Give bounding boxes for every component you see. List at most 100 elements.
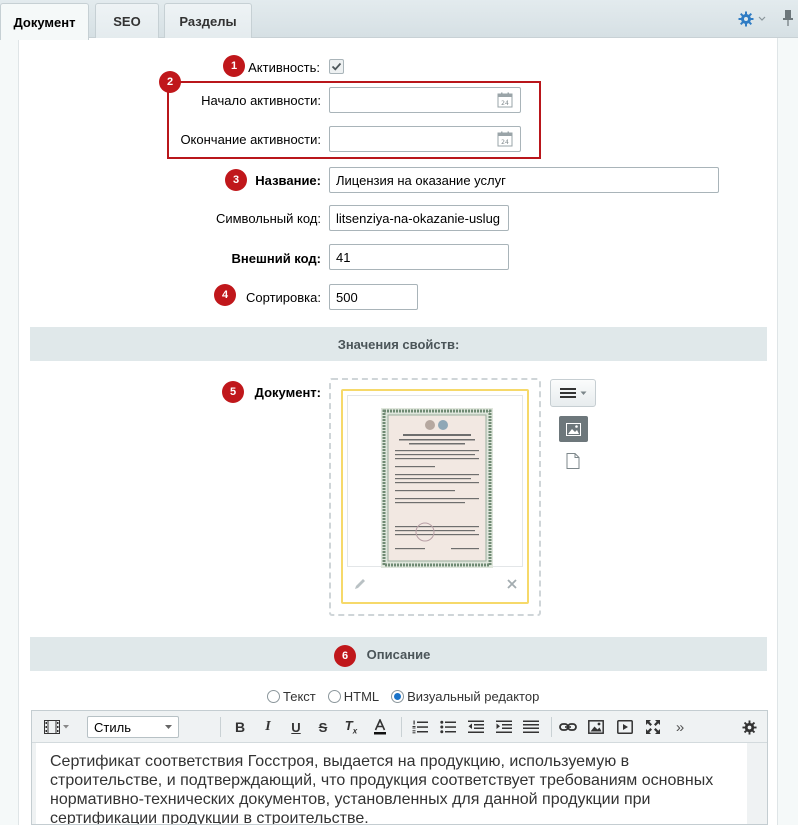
close-icon[interactable] — [506, 578, 518, 590]
radio-label: HTML — [343, 688, 380, 704]
more-tools-button[interactable]: » — [672, 717, 688, 737]
editor-settings-button[interactable] — [741, 717, 757, 737]
insert-image-button[interactable] — [588, 717, 604, 737]
image-icon — [566, 422, 581, 436]
calendar-day: 24 — [501, 139, 509, 146]
image-view-button[interactable] — [559, 416, 588, 442]
checkmark-icon — [331, 62, 342, 71]
link-icon — [559, 723, 577, 731]
editor-mode-switch: Текст HTML Визуальный редактор — [267, 687, 551, 705]
settings-menu-button[interactable] — [738, 9, 772, 29]
underline-icon: U — [291, 719, 301, 735]
italic-icon: I — [265, 719, 271, 734]
section-title: Значения свойств: — [337, 336, 460, 352]
description-header: Описание — [30, 637, 767, 671]
active-label: Активность: — [248, 60, 320, 75]
outdent-icon — [468, 720, 484, 733]
remove-format-icon: Tx — [344, 718, 358, 736]
file-card[interactable] — [341, 389, 529, 604]
mode-visual-option[interactable]: Визуальный редактор — [391, 689, 539, 704]
chevron-down-icon — [165, 725, 172, 729]
pin-icon[interactable] — [782, 8, 794, 28]
link-button[interactable] — [559, 717, 577, 737]
ordered-list-icon — [412, 720, 428, 734]
insert-video-button[interactable] — [617, 717, 633, 737]
step-badge: 2 — [159, 71, 181, 93]
fullscreen-icon — [646, 720, 660, 734]
sort-input[interactable]: 500 — [329, 284, 418, 310]
property-menu-button[interactable] — [550, 379, 596, 407]
underline-button[interactable]: U — [288, 717, 304, 737]
start-date-input[interactable] — [329, 87, 521, 113]
tab-label: SEO — [113, 14, 141, 29]
edit-pencil-icon[interactable] — [353, 577, 367, 591]
step-badge: 6 — [334, 645, 356, 667]
calendar-day: 24 — [501, 100, 509, 107]
chevron-down-icon — [63, 725, 69, 729]
style-select[interactable]: Стиль — [87, 716, 179, 738]
visual-editor: Стиль B I U S Tx » Сертификат соответств… — [31, 710, 768, 825]
radio-button[interactable] — [327, 689, 341, 703]
document-preview-image — [381, 408, 493, 568]
section-title: Описание — [366, 646, 431, 662]
document-label: Документ: — [254, 385, 321, 400]
mode-html-option[interactable]: HTML — [327, 688, 380, 704]
text-color-button[interactable] — [372, 717, 388, 737]
align-justify-icon — [523, 720, 539, 733]
code-input[interactable]: litsenziya-na-okazanie-uslug — [329, 205, 509, 231]
tab-document[interactable]: Документ — [0, 3, 89, 40]
external-code-input[interactable]: 41 — [329, 244, 509, 270]
active-checkbox[interactable] — [329, 59, 344, 74]
chevron-down-icon — [580, 391, 586, 395]
image-icon — [588, 720, 604, 734]
editor-toolbar: Стиль B I U S Tx » — [32, 711, 767, 743]
tab-label: Разделы — [179, 14, 237, 29]
calendar-icon[interactable]: 24 — [497, 92, 513, 108]
double-chevron-right-icon: » — [675, 718, 685, 736]
hamburger-icon — [559, 388, 576, 398]
remove-format-button[interactable]: Tx — [343, 717, 359, 737]
fullscreen-button[interactable] — [645, 717, 661, 737]
bold-button[interactable]: B — [232, 717, 248, 737]
start-date-label: Начало активности: — [201, 93, 321, 108]
editor-mode-button[interactable] — [44, 717, 69, 737]
gear-icon — [741, 719, 757, 735]
code-label: Символьный код: — [215, 211, 321, 226]
tab-seo[interactable]: SEO — [95, 3, 159, 39]
tab-label: Документ — [13, 14, 76, 30]
name-input[interactable]: Лицензия на оказание услуг — [329, 167, 719, 193]
align-button[interactable] — [523, 717, 539, 737]
description-text[interactable]: Сертификат соответствия Госстроя, выдает… — [36, 743, 747, 824]
toolbar-separator — [401, 717, 402, 737]
radio-button[interactable] — [267, 689, 280, 703]
end-date-label: Окончание активности: — [180, 132, 321, 147]
calendar-icon[interactable]: 24 — [497, 131, 513, 147]
toolbar-separator — [551, 717, 552, 737]
chevron-down-icon — [758, 16, 766, 21]
ordered-list-button[interactable] — [412, 717, 428, 737]
toolbar-separator — [220, 717, 221, 737]
file-icon[interactable] — [566, 453, 580, 469]
film-icon — [44, 720, 60, 734]
indent-button[interactable] — [496, 717, 512, 737]
tab-bar: Документ SEO Разделы — [0, 0, 798, 40]
radio-label: Текст — [283, 688, 316, 704]
indent-icon — [496, 720, 512, 733]
radio-label: Визуальный редактор — [407, 688, 540, 704]
name-label: Название: — [255, 173, 321, 188]
radio-button[interactable] — [391, 689, 405, 703]
end-date-input[interactable] — [329, 126, 521, 152]
external-code-label: Внешний код: — [231, 251, 321, 266]
video-icon — [617, 720, 633, 734]
mode-text-option[interactable]: Текст — [267, 689, 316, 704]
strikethrough-button[interactable]: S — [315, 717, 331, 737]
tab-sections[interactable]: Разделы — [164, 3, 252, 39]
text-color-icon — [374, 719, 386, 735]
editor-content-area: Сертификат соответствия Госстроя, выдает… — [32, 743, 767, 824]
bullet-list-button[interactable] — [440, 717, 456, 737]
outdent-button[interactable] — [468, 717, 484, 737]
italic-button[interactable]: I — [260, 717, 276, 737]
gear-icon — [738, 11, 754, 27]
bold-icon: B — [234, 719, 246, 735]
file-thumbnail[interactable] — [347, 395, 523, 568]
